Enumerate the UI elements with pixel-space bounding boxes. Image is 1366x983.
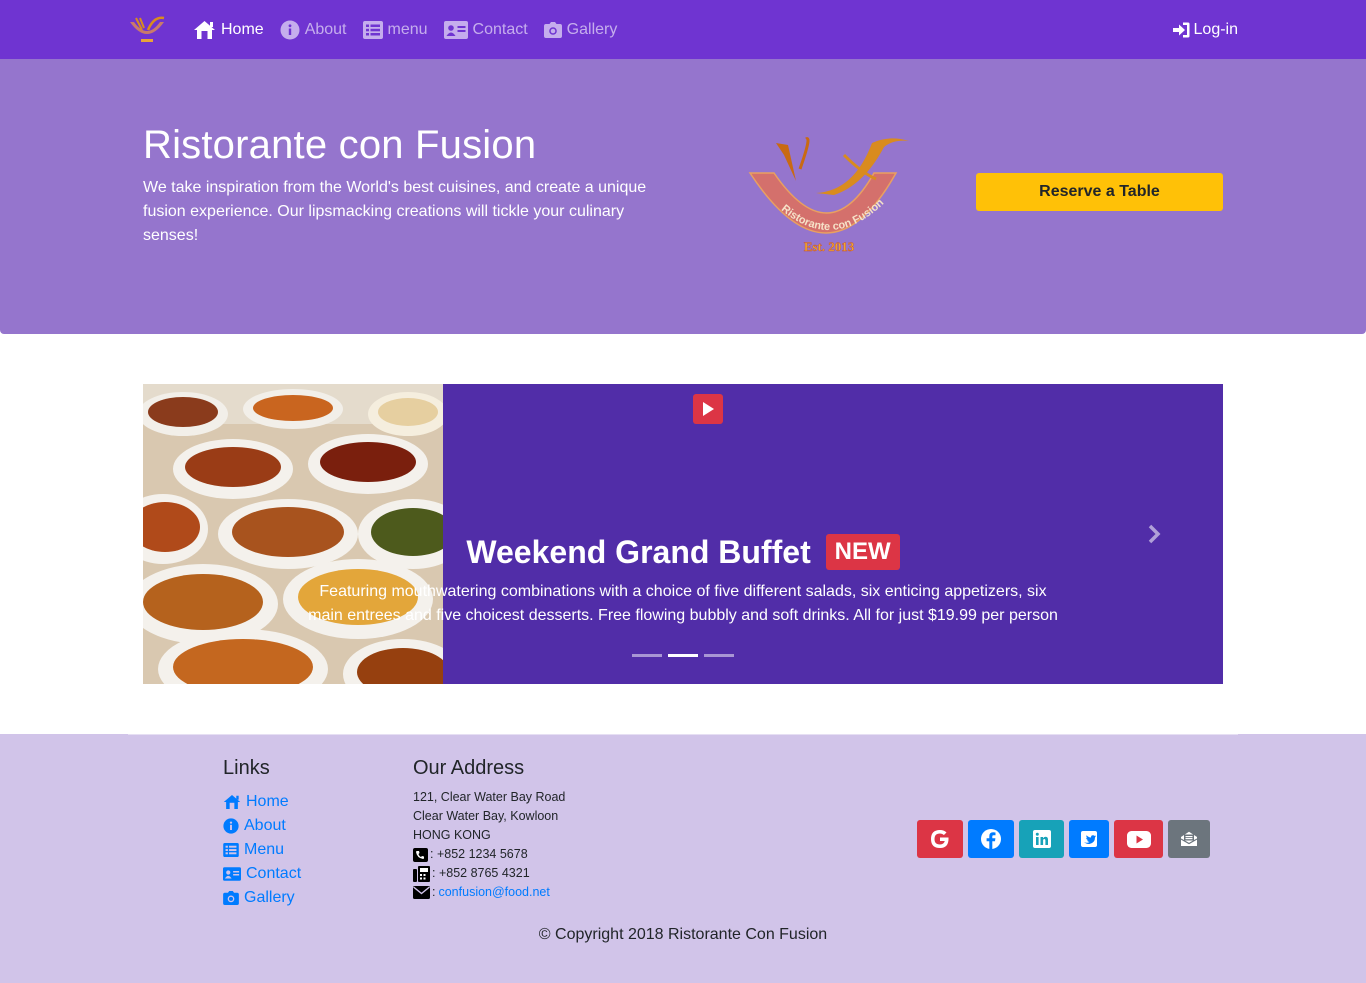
footer-link-about-label: About: [244, 817, 286, 834]
login-label: Log-in: [1193, 20, 1238, 38]
footer: Links Home About Menu Contact Gallery Ou…: [0, 734, 1366, 983]
footer-link-about[interactable]: About: [223, 814, 301, 838]
info-icon: [223, 818, 239, 834]
fax-icon: [413, 865, 430, 882]
google-button[interactable]: [917, 820, 963, 858]
twitter-button[interactable]: [1069, 820, 1109, 858]
address-heading: Our Address: [413, 757, 525, 779]
envelope-icon: [413, 886, 430, 899]
footer-link-home-label: Home: [246, 793, 289, 810]
email-prefix: :: [432, 885, 436, 899]
list-icon: [362, 20, 383, 39]
camera-icon: [223, 891, 239, 905]
nav-contact-label: Contact: [472, 20, 528, 38]
play-pause-button[interactable]: [693, 394, 723, 424]
restaurant-logo[interactable]: [126, 12, 168, 46]
linkedin-button[interactable]: [1019, 820, 1064, 858]
reserve-table-button[interactable]: Reserve a Table: [976, 173, 1223, 211]
email-row: : confusion@food.net: [413, 883, 565, 902]
footer-link-gallery[interactable]: Gallery: [223, 886, 301, 910]
info-icon: [280, 20, 300, 40]
footer-link-menu-label: Menu: [244, 841, 285, 858]
hero-logo: Ristorante con Fusion Est. 2013: [748, 137, 909, 254]
hero-description: We take inspiration from the World's bes…: [143, 179, 647, 244]
fax-row: : +852 8765 4321: [413, 864, 565, 883]
phone-number: : +852 1234 5678: [430, 847, 528, 861]
slide-title: Weekend Grand Buffet NEW: [143, 534, 1223, 571]
youtube-button[interactable]: [1114, 820, 1163, 858]
mail-button[interactable]: [1168, 820, 1210, 858]
footer-link-menu[interactable]: Menu: [223, 838, 301, 862]
carousel: Weekend Grand Buffet NEW Featuring mouth…: [143, 384, 1223, 684]
footer-link-gallery-label: Gallery: [244, 889, 295, 906]
facebook-icon: [980, 828, 1002, 850]
social-buttons: [917, 820, 1210, 858]
address-card-icon: [223, 867, 241, 881]
nav-home[interactable]: Home: [193, 20, 264, 40]
mail-icon: [1180, 831, 1198, 847]
nav-menu-label: menu: [387, 20, 428, 38]
carousel-indicators: [632, 654, 734, 657]
nav-menu: Home About menu Contact Gallery: [193, 0, 633, 59]
google-icon: [929, 828, 951, 850]
fax-number: : +852 8765 4321: [432, 866, 530, 880]
address-card-icon: [443, 20, 468, 39]
links-heading: Links: [223, 757, 270, 779]
carousel-next-button[interactable]: [1144, 522, 1164, 546]
list-icon: [223, 843, 239, 857]
slide-description: Featuring mouthwatering combinations wit…: [308, 583, 1058, 624]
carousel-indicator-active[interactable]: [668, 654, 698, 657]
slide-title-text: Weekend Grand Buffet: [466, 534, 811, 570]
hero-section: Ristorante con Fusion We take inspiratio…: [0, 59, 1366, 334]
play-icon: [702, 402, 714, 416]
chevron-right-icon: [1147, 524, 1161, 544]
nav-home-label: Home: [221, 20, 264, 38]
carousel-indicator[interactable]: [632, 654, 662, 657]
address-line: 121, Clear Water Bay Road: [413, 790, 566, 804]
address-block: 121, Clear Water Bay Road Clear Water Ba…: [413, 788, 565, 902]
camera-icon: [543, 21, 562, 38]
nav-menu-link[interactable]: menu: [362, 20, 428, 39]
nav-about[interactable]: About: [280, 20, 347, 40]
email-link[interactable]: confusion@food.net: [438, 883, 549, 902]
footer-links: Home About Menu Contact Gallery: [223, 790, 301, 910]
home-icon: [193, 20, 216, 40]
nav-gallery-label: Gallery: [566, 20, 618, 38]
phone-icon: [413, 847, 428, 862]
navbar: Home About menu Contact Gallery Log-in: [0, 0, 1366, 59]
hero-logo-est: Est. 2013: [804, 239, 855, 254]
copyright-text: © Copyright 2018 Ristorante Con Fusion: [538, 926, 828, 943]
footer-link-home[interactable]: Home: [223, 790, 301, 814]
login-link[interactable]: Log-in: [1172, 0, 1238, 59]
nav-gallery[interactable]: Gallery: [543, 20, 618, 39]
twitter-icon: [1081, 831, 1097, 847]
new-badge: NEW: [825, 534, 900, 570]
address-line: HONG KONG: [413, 828, 491, 842]
facebook-button[interactable]: [968, 820, 1014, 858]
carousel-indicator[interactable]: [704, 654, 734, 657]
footer-link-contact[interactable]: Contact: [223, 862, 301, 886]
nav-about-label: About: [304, 20, 347, 38]
sign-in-icon: [1172, 22, 1190, 38]
address-line: Clear Water Bay, Kowloon: [413, 809, 559, 823]
phone-row: : +852 1234 5678: [413, 845, 565, 864]
linkedin-icon: [1032, 830, 1051, 848]
hero-title: Ristorante con Fusion: [143, 123, 537, 167]
footer-link-contact-label: Contact: [246, 865, 302, 882]
youtube-icon: [1126, 830, 1151, 848]
home-icon: [223, 794, 241, 810]
nav-contact[interactable]: Contact: [443, 20, 528, 39]
footer-divider: [128, 734, 1238, 735]
